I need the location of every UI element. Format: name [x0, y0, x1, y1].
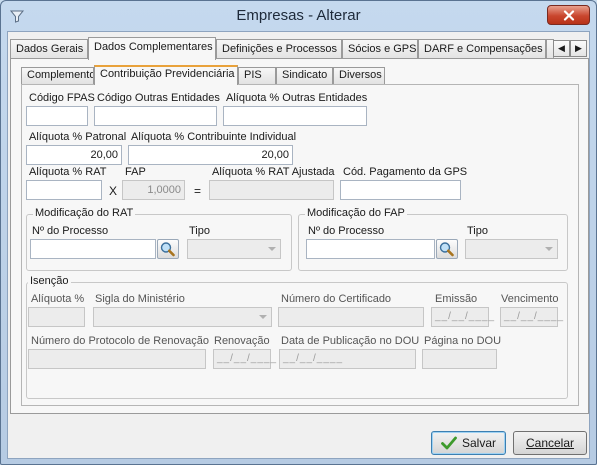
- numero-certificado-input: [278, 307, 424, 327]
- tab-contribuicao-previdenciaria[interactable]: Contribuição Previdenciária: [94, 65, 238, 85]
- fap-processo-label: Nº do Processo: [308, 225, 385, 237]
- window-title: Empresas - Alterar: [236, 7, 361, 24]
- fap-label: FAP: [125, 166, 146, 178]
- aliquota-patronal-label: Alíquota % Patronal: [29, 131, 127, 143]
- cancel-button-label: Cancelar: [525, 436, 575, 450]
- vencimento-input: __/__/____: [500, 307, 563, 327]
- aliquota-contribuinte-label: Alíquota % Contribuinte Individual: [131, 131, 297, 143]
- rat-ajustada-input: [209, 180, 334, 200]
- fap-processo-input[interactable]: [306, 239, 435, 259]
- arrow-right-icon: ▶: [575, 43, 582, 53]
- emissao-input: __/__/____: [431, 307, 494, 327]
- codigo-outras-input[interactable]: [94, 106, 217, 126]
- checkmark-icon: [441, 436, 457, 450]
- save-button-label: Salvar: [461, 436, 496, 450]
- vencimento-label: Vencimento: [501, 293, 559, 305]
- protocolo-renovacao-input: [28, 349, 206, 369]
- tab-scroller: ◀ ▶: [553, 40, 587, 57]
- multiply-symbol: X: [109, 184, 118, 198]
- chevron-down-icon: [545, 247, 553, 251]
- codigo-fpas-input[interactable]: [26, 106, 88, 126]
- title-bar[interactable]: Empresas - Alterar: [1, 1, 596, 31]
- modificacao-fap-group: Modificação do FAP Nº do Processo Tipo: [298, 207, 568, 271]
- tab-complemento[interactable]: Complemento: [21, 67, 94, 84]
- app-window: Empresas - Alterar Dados Gerais Dados Co…: [0, 0, 597, 465]
- aliquota-contribuinte-input[interactable]: 20,00: [128, 145, 293, 165]
- tab-darf-compensacoes[interactable]: DARF e Compensações: [418, 39, 546, 59]
- rat-ajustada-label: Alíquota % RAT Ajustada: [212, 166, 335, 178]
- search-icon: [439, 242, 454, 257]
- tab-definicoes-processos[interactable]: Definições e Processos: [216, 39, 342, 59]
- sigla-ministerio-label: Sigla do Ministério: [95, 293, 185, 305]
- close-button[interactable]: [547, 5, 590, 25]
- fap-input: 1,0000: [122, 180, 185, 200]
- tab-scroll-right-button[interactable]: ▶: [570, 40, 587, 57]
- pagina-dou-input: [422, 349, 497, 369]
- aliquota-patronal-input[interactable]: 20,00: [26, 145, 122, 165]
- renovacao-label: Renovação: [214, 335, 270, 347]
- fap-tipo-select[interactable]: [465, 239, 558, 259]
- tab-dados-gerais[interactable]: Dados Gerais: [10, 39, 88, 59]
- aliquota-rat-input[interactable]: [26, 180, 102, 200]
- codigo-fpas-label: Código FPAS: [29, 92, 95, 104]
- equals-symbol: =: [194, 184, 202, 198]
- tab-pis[interactable]: PIS: [238, 67, 276, 84]
- tab-diversos[interactable]: Diversos: [333, 67, 385, 84]
- rat-processo-search-button[interactable]: [157, 239, 179, 259]
- inner-tab-strip: Complemento Contribuição Previdenciária …: [21, 65, 581, 85]
- cancel-button[interactable]: Cancelar: [513, 431, 587, 455]
- isencao-title: Isenção: [28, 275, 71, 287]
- dialog-body: Dados Gerais Dados Complementares Defini…: [7, 31, 590, 459]
- tab-socios-gps[interactable]: Sócios e GPS: [342, 39, 418, 59]
- tab-scroll-left-button[interactable]: ◀: [553, 40, 570, 57]
- aliquota-rat-label: Alíquota % RAT: [29, 166, 107, 178]
- rat-processo-input[interactable]: [30, 239, 156, 259]
- cod-pagamento-input[interactable]: [340, 180, 461, 200]
- modificacao-rat-group: Modificação do RAT Nº do Processo Tipo: [26, 207, 292, 271]
- publicacao-dou-input: __/__/____: [279, 349, 416, 369]
- pagina-dou-label: Página no DOU: [424, 335, 502, 347]
- rat-tipo-label: Tipo: [189, 225, 210, 237]
- contribuicao-panel: Código FPAS Código Outras Entidades Alíq…: [21, 84, 579, 406]
- rat-processo-label: Nº do Processo: [32, 225, 109, 237]
- search-icon: [160, 242, 175, 257]
- aliquota-outras-label: Alíquota % Outras Entidades: [226, 92, 368, 104]
- sigla-ministerio-select: [93, 307, 272, 327]
- outer-tab-panel: Complemento Contribuição Previdenciária …: [10, 58, 589, 414]
- renovacao-input: __/__/____: [213, 349, 276, 369]
- isencao-group: Isenção Alíquota % Sigla do Ministério N…: [26, 275, 568, 399]
- protocolo-renovacao-label: Número do Protocolo de Renovação: [31, 335, 209, 347]
- chevron-down-icon: [259, 315, 267, 319]
- modificacao-rat-title: Modificação do RAT: [33, 207, 136, 219]
- cod-pagamento-label: Cód. Pagamento da GPS: [343, 166, 468, 178]
- rat-tipo-select[interactable]: [187, 239, 281, 259]
- arrow-left-icon: ◀: [558, 43, 565, 53]
- aliquota-outras-input[interactable]: [223, 106, 367, 126]
- publicacao-dou-label: Data de Publicação no DOU: [281, 335, 420, 347]
- numero-certificado-label: Número do Certificado: [281, 293, 392, 305]
- emissao-label: Emissão: [435, 293, 478, 305]
- fap-processo-search-button[interactable]: [436, 239, 458, 259]
- chevron-down-icon: [268, 247, 276, 251]
- isencao-aliquota-label: Alíquota %: [31, 293, 85, 305]
- tab-sindicato[interactable]: Sindicato: [276, 67, 333, 84]
- modificacao-fap-title: Modificação do FAP: [305, 207, 407, 219]
- isencao-aliquota-input: [28, 307, 85, 327]
- tab-dados-complementares[interactable]: Dados Complementares: [88, 37, 216, 60]
- outer-tab-strip: Dados Gerais Dados Complementares Defini…: [8, 37, 591, 60]
- fap-tipo-label: Tipo: [467, 225, 488, 237]
- save-button[interactable]: Salvar: [431, 431, 506, 455]
- close-icon: [563, 9, 574, 21]
- codigo-outras-label: Código Outras Entidades: [97, 92, 220, 104]
